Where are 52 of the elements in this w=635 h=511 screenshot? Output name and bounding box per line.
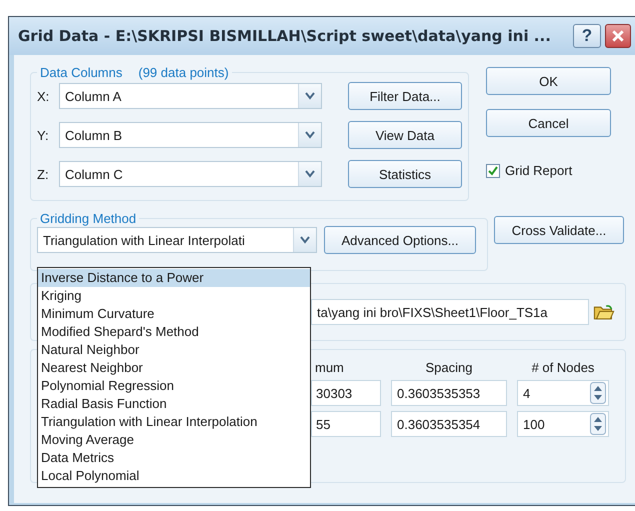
caret-icon[interactable] — [305, 170, 315, 178]
spin-field[interactable]: 4 — [517, 380, 609, 406]
column-dropdown[interactable]: Column C — [59, 161, 322, 187]
input-field[interactable]: 0.3603535353 — [391, 380, 507, 406]
dropdown-option[interactable]: Triangulation with Linear Interpolation — [38, 413, 310, 431]
dropdown-option[interactable]: Modified Shepard's Method — [38, 323, 310, 341]
dropdown-option[interactable]: Kriging — [38, 287, 310, 305]
column-header: mum — [314, 360, 345, 375]
axis-label: Y: — [37, 128, 50, 142]
dropdown-option[interactable]: Nearest Neighbor — [38, 359, 310, 377]
dialog-button[interactable]: OK — [486, 67, 611, 95]
checkbox-label: Grid Report — [505, 163, 572, 178]
dropdown-option[interactable]: Local Polynomial — [38, 467, 310, 485]
action-button[interactable]: Cross Validate... — [494, 216, 624, 244]
checkbox[interactable] — [486, 164, 500, 178]
dropdown-option[interactable]: Minimum Curvature — [38, 305, 310, 323]
group-label: Gridding Method — [40, 211, 136, 226]
method-dropdown[interactable]: Triangulation with Linear Interpolati — [37, 227, 317, 253]
dropdown-option[interactable]: Inverse Distance to a Power — [38, 269, 310, 287]
action-button[interactable]: Statistics — [348, 160, 462, 188]
data-point-count: (99 data points) — [138, 65, 229, 80]
dropdown-option[interactable]: Moving Average — [38, 431, 310, 449]
dialog-button[interactable]: Cancel — [486, 109, 611, 137]
caret-icon[interactable] — [305, 131, 315, 139]
folder-icon[interactable] — [593, 304, 615, 320]
window-title: Grid Data - E:\SKRIPSI BISMILLAH\Script sweet\data\yang ini ... — [18, 27, 552, 45]
column-dropdown[interactable]: Column B — [59, 122, 322, 148]
input-field[interactable]: 0.3603535354 — [391, 411, 507, 437]
dropdown-option[interactable]: Polynomial Regression — [38, 377, 310, 395]
dropdown-option[interactable]: Data Metrics — [38, 449, 310, 467]
close-button[interactable] — [605, 24, 631, 48]
action-button[interactable]: View Data — [348, 121, 462, 149]
spin-button-icon[interactable] — [590, 382, 606, 404]
caret-icon[interactable] — [305, 92, 315, 100]
input-field[interactable]: 55 — [311, 411, 381, 437]
file-path-field[interactable]: ta\yang ini bro\FIXS\Sheet1\Floor_TS1a — [311, 299, 589, 325]
dropdown-option[interactable]: Radial Basis Function — [38, 395, 310, 413]
axis-label: X: — [37, 88, 50, 104]
dropdown-option[interactable]: Natural Neighbor — [38, 341, 310, 359]
input-field[interactable]: 30303 — [311, 380, 381, 406]
column-header: Spacing — [424, 360, 474, 375]
spin-button-icon[interactable] — [590, 413, 606, 435]
action-button[interactable]: Filter Data... — [348, 82, 462, 110]
spin-field[interactable]: 100 — [517, 411, 609, 437]
caret-icon[interactable] — [300, 236, 310, 244]
action-button[interactable]: Advanced Options... — [324, 226, 476, 254]
axis-label: Z: — [37, 166, 50, 182]
help-button[interactable]: ? — [573, 24, 601, 48]
column-header: # of Nodes — [530, 360, 596, 375]
group-label: Data Columns — [40, 65, 122, 80]
column-dropdown[interactable]: Column A — [59, 83, 322, 109]
close-icon[interactable] — [611, 29, 625, 43]
